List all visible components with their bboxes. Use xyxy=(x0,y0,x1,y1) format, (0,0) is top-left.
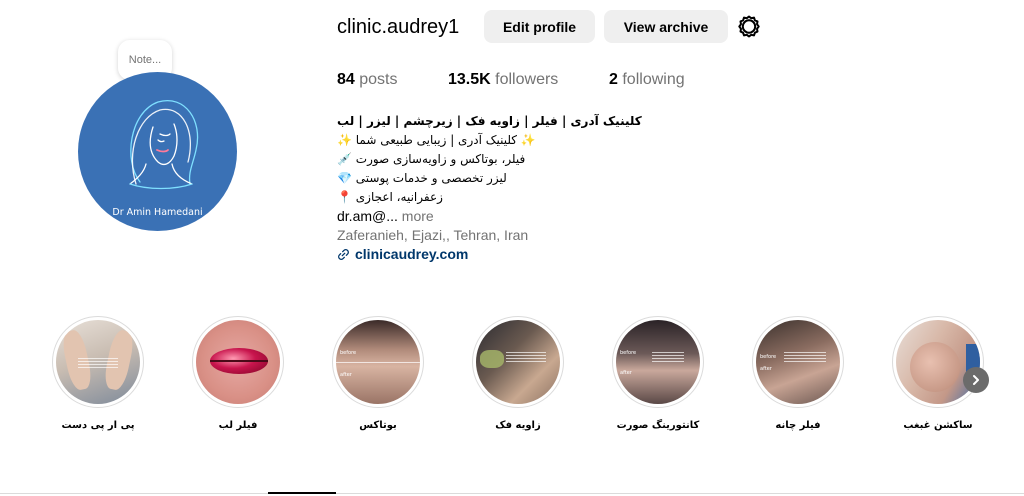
settings-gear-icon[interactable] xyxy=(737,14,761,38)
avatar-caption: Dr Amin Hamedani xyxy=(112,207,203,218)
before-tag: before xyxy=(620,350,637,356)
highlight-cover xyxy=(196,320,280,404)
highlight-item[interactable]: before after کانتورینگ صورت xyxy=(588,316,728,431)
following-link[interactable]: 2 following xyxy=(609,71,685,89)
note-placeholder: Note... xyxy=(128,54,162,66)
bio-line-5: dr.am@... more xyxy=(337,207,642,226)
bio-location: Zaferanieh, Ejazi,, Tehran, Iran xyxy=(337,227,529,243)
highlight-cover xyxy=(896,320,980,404)
profile-bio: کلینیک آدری | فیلر | زاویه فک | زیرچشم |… xyxy=(337,112,642,264)
bio-line-2: 💉 فیلر، بوتاکس و زاویه‌سازی صورت xyxy=(337,152,526,166)
highlight-cover: before after xyxy=(336,320,420,404)
tabs-divider xyxy=(0,493,1024,494)
bio-line-4: 📍 زعفرانیه، اعجازی xyxy=(337,190,443,204)
highlight-cover: before after xyxy=(616,320,700,404)
highlight-label: پی ار پی دست xyxy=(61,420,135,431)
after-tag: after xyxy=(620,370,632,376)
highlight-item[interactable]: زاویه فک xyxy=(448,316,588,431)
bio-website-link[interactable]: clinicaudrey.com xyxy=(337,245,642,264)
posts-count: 84 posts xyxy=(337,71,398,89)
followers-label: followers xyxy=(495,71,559,88)
followers-link[interactable]: 13.5K followers xyxy=(448,71,558,89)
bio-email-truncated: dr.am@... xyxy=(337,208,398,224)
followers-number: 13.5K xyxy=(448,71,491,88)
before-tag: before xyxy=(760,354,777,360)
edit-profile-button[interactable]: Edit profile xyxy=(484,10,595,43)
bio-display-name: کلینیک آدری | فیلر | زاویه فک | زیرچشم |… xyxy=(337,114,642,128)
following-number: 2 xyxy=(609,71,618,88)
posts-label: posts xyxy=(359,71,398,88)
highlight-cover xyxy=(56,320,140,404)
after-tag: after xyxy=(340,372,352,378)
active-tab-indicator xyxy=(268,492,336,494)
highlight-label: فیلر چانه xyxy=(775,420,821,431)
highlight-cover xyxy=(476,320,560,404)
posts-number: 84 xyxy=(337,71,355,88)
highlight-item[interactable]: before after فیلر چانه xyxy=(728,316,868,431)
highlight-cover: before after xyxy=(756,320,840,404)
highlight-label: کانتورینگ صورت xyxy=(616,420,700,431)
highlight-item[interactable]: پی ار پی دست xyxy=(28,316,168,431)
chevron-right-icon xyxy=(973,375,979,385)
view-archive-button[interactable]: View archive xyxy=(604,10,728,43)
highlight-label: زاویه فک xyxy=(495,420,541,431)
profile-avatar[interactable]: Dr Amin Hamedani xyxy=(78,72,237,231)
bio-more-link[interactable]: more xyxy=(402,208,434,224)
highlight-label: ساکشن غبغب xyxy=(903,420,973,431)
highlight-label: بوتاکس xyxy=(359,420,397,431)
bio-website-text: clinicaudrey.com xyxy=(355,246,469,262)
profile-username: clinic.audrey1 xyxy=(337,16,460,38)
link-icon xyxy=(338,249,349,260)
bio-line-3: 💎 لیزر تخصصی و خدمات پوستی xyxy=(337,171,507,185)
bio-line-1: ✨ کلینیک آدری | زیبایی طبیعی شما ✨ xyxy=(337,133,536,147)
before-tag: before xyxy=(340,350,357,356)
highlights-next-button[interactable] xyxy=(963,367,989,393)
highlight-item[interactable]: before after بوتاکس xyxy=(308,316,448,431)
after-tag: after xyxy=(760,366,772,372)
following-label: following xyxy=(622,71,685,88)
highlight-label: فیلر لب xyxy=(218,420,258,431)
highlight-item[interactable]: فیلر لب xyxy=(168,316,308,431)
